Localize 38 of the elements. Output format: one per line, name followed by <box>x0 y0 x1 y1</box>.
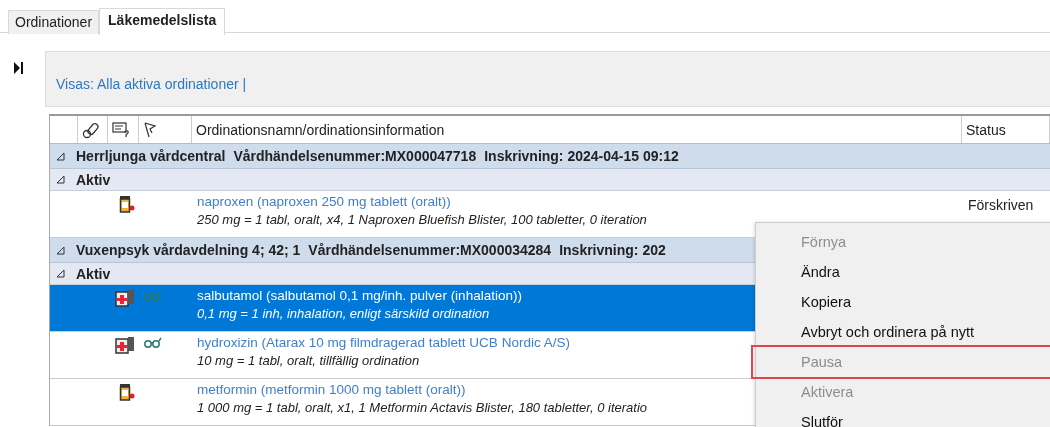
collapse-toggle-icon[interactable] <box>56 175 65 184</box>
tab[interactable]: Läkemedelslista <box>99 8 226 35</box>
group-header-text: Inskrivning: 2024-04-15 09:12 <box>484 148 679 164</box>
medication-name: metformin (metformin 1000 mg tablett (oralt)) <box>197 382 466 397</box>
subgroup-row[interactable]: Aktiv <box>50 169 1050 191</box>
medicine-box-icon <box>115 289 135 307</box>
group-header-text: Vuxenpsyk vårdavdelning 4; 42; 1 <box>76 242 301 258</box>
skip-to-end-icon[interactable] <box>14 62 23 74</box>
medication-name: hydroxizin (Atarax 10 mg filmdragerad tablett UCB Nordic A/S) <box>197 335 570 350</box>
pill-bottle-icon <box>119 195 135 213</box>
dosage-info: 10 mg = 1 tabl, oralt, tillfällig ordination <box>197 353 420 368</box>
pill-bottle-icon <box>119 383 135 401</box>
status-text: Förskriven <box>968 197 1034 213</box>
collapse-toggle-icon[interactable] <box>56 151 65 161</box>
medication-name: salbutamol (salbutamol 0,1 mg/inh. pulver (inhalation)) <box>197 288 522 303</box>
dosage-info: 1 000 mg = 1 tabl, oralt, x1, 1 Metformin Actavis Blister, 180 tabletter, 0 iteratio <box>197 400 648 415</box>
group-header-row[interactable]: Herrljunga vårdcentral Vårdhändelsenummer:MX000047718 Inskrivning: 2024-04-15 09:12 <box>50 144 1050 169</box>
group-header-text: Herrljunga vårdcentral <box>76 148 226 164</box>
collapse-toggle-icon[interactable] <box>56 245 65 255</box>
group-header-text: Inskrivning: 202 <box>559 242 666 258</box>
column-header[interactable]: Ordinationsnamn/ordinationsinformation <box>196 121 445 138</box>
group-header-text: Vårdhändelsenummer:MX000034284 <box>308 242 552 258</box>
column-header[interactable]: Status <box>966 121 1006 138</box>
group-header-text: Vårdhändelsenummer:MX000047718 <box>233 148 477 164</box>
menu-item[interactable]: Slutför <box>756 407 1050 427</box>
note-icon <box>112 121 130 138</box>
dosage-info: 0,1 mg = 1 inh, inhalation, enligt särskild ordination <box>197 306 490 321</box>
menu-item[interactable]: Kopiera <box>756 287 1050 317</box>
filter-link[interactable]: Visas: Alla aktiva ordinationer | <box>56 76 247 92</box>
pills-icon <box>82 120 100 139</box>
medication-name: naproxen (naproxen 250 mg tablett (oralt)) <box>197 194 451 209</box>
medicine-box-icon <box>115 336 135 354</box>
collapse-toggle-icon[interactable] <box>56 269 65 278</box>
tab[interactable]: Ordinationer <box>8 10 100 34</box>
flag-icon <box>143 121 157 138</box>
subgroup-label: Aktiv <box>76 171 111 188</box>
subgroup-label: Aktiv <box>76 265 111 282</box>
dosage-info: 250 mg = 1 tabl, oralt, x4, 1 Naproxen Bluefish Blister, 100 tabletter, 0 iteration <box>197 212 647 227</box>
